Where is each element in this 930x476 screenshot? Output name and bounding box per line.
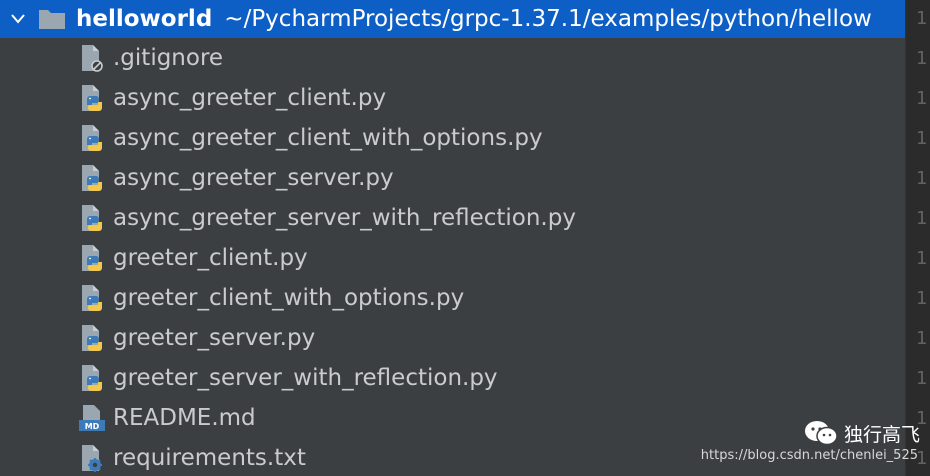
line-number: 1 — [916, 328, 928, 349]
line-number: 1 — [916, 288, 928, 309]
requirements-file-icon — [78, 443, 106, 473]
file-row[interactable]: MD README.md — [0, 398, 905, 438]
line-number: 1 — [916, 88, 928, 109]
project-tree-panel: helloworld ~/PycharmProjects/grpc-1.37.1… — [0, 0, 905, 476]
file-name: greeter_client.py — [113, 245, 308, 271]
file-name: async_greeter_server_with_reflection.py — [113, 205, 576, 231]
python-file-icon — [78, 283, 106, 313]
line-number: 1 — [916, 208, 928, 229]
file-row[interactable]: .gitignore — [0, 38, 905, 78]
watermark-title: 独行高飞 — [843, 423, 920, 446]
watermark-url: https://blog.csdn.net/chenlei_525 — [700, 448, 918, 463]
file-row[interactable]: greeter_server.py — [0, 318, 905, 358]
python-file-icon — [78, 123, 106, 153]
markdown-file-icon: MD — [78, 403, 106, 433]
wechat-logo-icon — [804, 418, 838, 448]
file-name: async_greeter_client_with_options.py — [113, 125, 543, 151]
file-name: async_greeter_server.py — [113, 165, 394, 191]
python-file-icon — [78, 83, 106, 113]
file-name: greeter_client_with_options.py — [113, 285, 465, 311]
file-name: README.md — [113, 405, 256, 431]
file-row[interactable]: async_greeter_server_with_reflection.py — [0, 198, 905, 238]
file-row[interactable]: greeter_server_with_reflection.py — [0, 358, 905, 398]
python-file-icon — [78, 203, 106, 233]
line-number: 1 — [916, 48, 928, 69]
file-row[interactable]: async_greeter_server.py — [0, 158, 905, 198]
python-file-icon — [78, 163, 106, 193]
file-name: greeter_server_with_reflection.py — [113, 365, 498, 391]
python-file-icon — [78, 243, 106, 273]
file-name: greeter_server.py — [113, 325, 316, 351]
line-number: 1 — [916, 248, 928, 269]
line-number: 1 — [916, 128, 928, 149]
python-file-icon — [78, 363, 106, 393]
file-name: requirements.txt — [113, 445, 306, 471]
gitignore-file-icon — [78, 43, 106, 73]
file-name: async_greeter_client.py — [113, 85, 387, 111]
file-row[interactable]: greeter_client_with_options.py — [0, 278, 905, 318]
line-number: 1 — [916, 168, 928, 189]
line-number: 1 — [916, 8, 928, 29]
svg-text:MD: MD — [85, 422, 100, 431]
file-row[interactable]: greeter_client.py — [0, 238, 905, 278]
root-folder-name: helloworld — [76, 6, 213, 32]
file-row[interactable]: async_greeter_client.py — [0, 78, 905, 118]
chevron-down-icon[interactable] — [8, 0, 28, 38]
file-row[interactable]: async_greeter_client_with_options.py — [0, 118, 905, 158]
file-name: .gitignore — [113, 45, 224, 71]
line-number: 1 — [916, 368, 928, 389]
root-folder-path: ~/PycharmProjects/grpc-1.37.1/examples/p… — [224, 6, 872, 32]
folder-icon — [38, 7, 66, 31]
root-folder-row[interactable]: helloworld ~/PycharmProjects/grpc-1.37.1… — [0, 0, 905, 38]
watermark: 独行高飞 — [804, 418, 920, 448]
editor-gutter: 111111111111 — [905, 0, 930, 476]
python-file-icon — [78, 323, 106, 353]
